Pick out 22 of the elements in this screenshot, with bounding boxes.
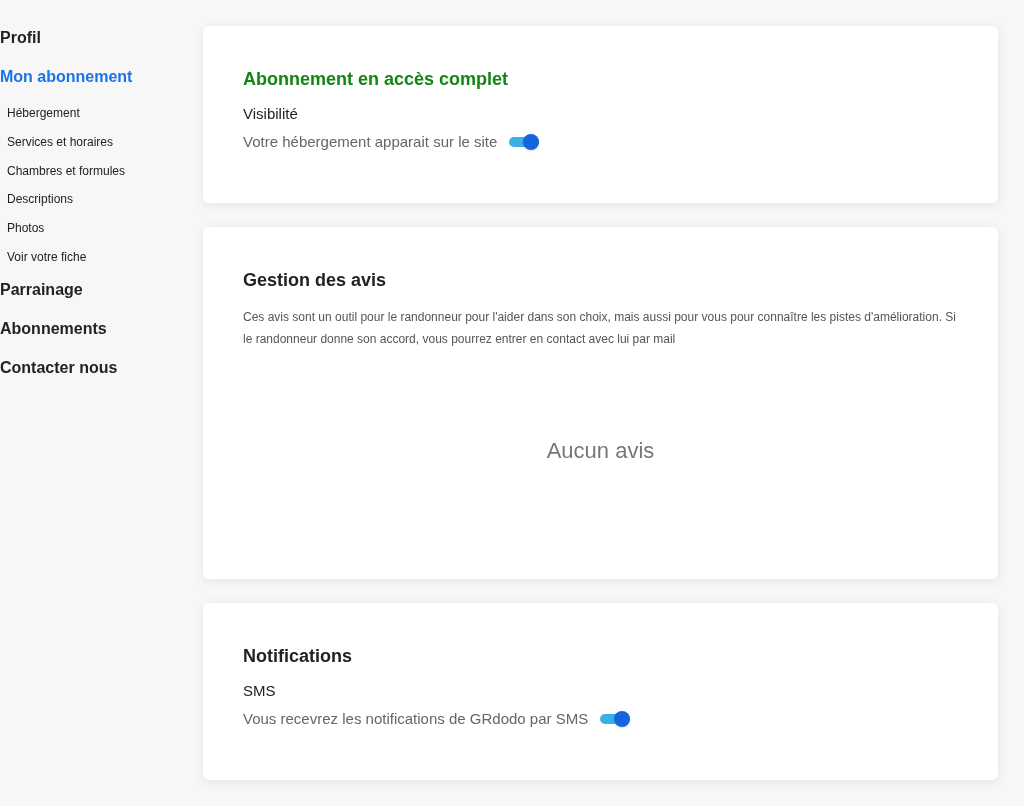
sidebar-sublink[interactable]: Services et horaires [0, 134, 180, 164]
sidebar-sublink[interactable]: Voir votre fiche [0, 250, 180, 279]
setting-label: Visibilité [243, 104, 299, 124]
sidebar-link[interactable]: Abonnements [0, 318, 180, 358]
setting-description: Vous recevrez les notifications de GRdodo par SMS [243, 708, 589, 729]
sidebar-sublink[interactable]: Photos [0, 221, 180, 250]
card-title: Gestion des avis [243, 269, 388, 292]
setting-description: Votre hébergement apparait sur le site [243, 131, 498, 152]
sidebar-sublink[interactable]: Chambres et formules [0, 163, 180, 193]
sidebar-link[interactable]: Contacter nous [0, 357, 180, 397]
sidebar-link[interactable]: Mon abonnement [0, 67, 180, 106]
toggle-switch[interactable] [600, 710, 631, 727]
sidebar-link[interactable]: Profil [0, 28, 180, 67]
empty-message: Aucun avis [546, 437, 655, 465]
setting-label: SMS [243, 681, 277, 701]
card-title: Abonnement en accès complet [243, 68, 510, 91]
sidebar-sublink[interactable]: Hébergement [0, 106, 180, 135]
card-title: Notifications [243, 645, 353, 668]
sidebar-sublink[interactable]: Descriptions [0, 192, 180, 222]
card-description: Ces avis sont un outil pour le randonneur pour l'aider dans son choix, mais aussi pour vous pour connaître les pistes d'amélioration. Si le randonneur donne son accord, vous pourrez entrer en contact avec lui par mail [243, 309, 957, 348]
sidebar-link[interactable]: Parrainage [0, 279, 180, 319]
toggle-switch[interactable] [509, 133, 540, 150]
